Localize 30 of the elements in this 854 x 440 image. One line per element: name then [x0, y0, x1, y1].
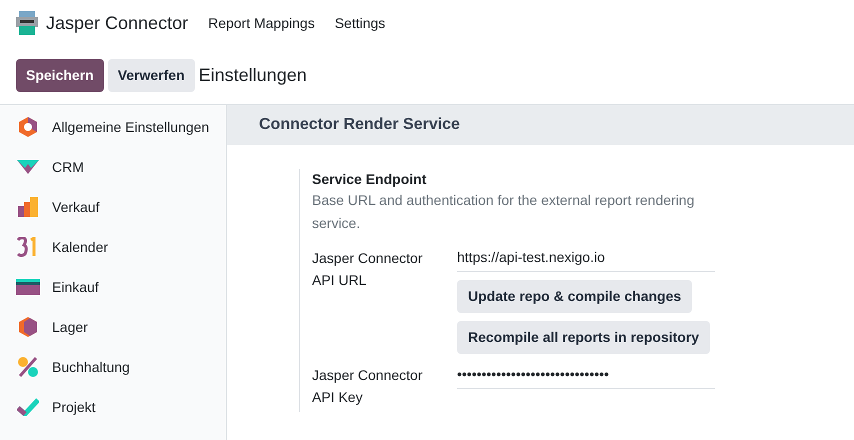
sidebar-item[interactable]: Kalender — [0, 227, 226, 267]
field-label: Jasper Connector API Key — [312, 366, 424, 407]
save-button[interactable]: Speichern — [16, 58, 104, 92]
setting-description: Base URL and authentication for the external report rendering service. — [312, 191, 696, 233]
checkmark-icon — [17, 398, 39, 416]
menu-item[interactable]: Settings — [334, 12, 386, 34]
sidebar-item[interactable]: Verkauf — [0, 187, 226, 227]
url-field[interactable]: https://api-test.nexigo.io — [457, 247, 715, 272]
box-icon — [19, 317, 37, 337]
sidebar-item[interactable]: Buchhaltung — [0, 347, 226, 387]
hexagon-icon — [19, 117, 37, 137]
sidebar-item[interactable]: Lager — [0, 307, 226, 347]
bar-chart-icon — [18, 197, 38, 217]
sidebar-item[interactable]: Projekt — [0, 387, 226, 427]
action-button[interactable]: Recompile all reports in repository — [457, 321, 710, 354]
breadcrumb: Einstellungen — [198, 64, 307, 87]
card-icon — [16, 279, 40, 295]
api-key-field[interactable]: ••••••••••••••••••••••••••••••• — [457, 364, 715, 389]
section-header: Connector Render Service — [227, 105, 854, 145]
percent-icon — [18, 357, 38, 377]
field-label: Jasper Connector API URL — [312, 249, 424, 290]
action-button[interactable]: Update repo & compile changes — [457, 280, 692, 313]
sidebar-item[interactable]: Einkauf — [0, 267, 226, 307]
menu-item[interactable]: Report Mappings — [208, 12, 315, 34]
printer-logo-icon — [16, 11, 38, 35]
discard-button[interactable]: Verwerfen — [108, 58, 195, 92]
setting-title: Service Endpoint — [312, 170, 428, 189]
sidebar-item[interactable]: Allgemeine Einstellungen — [0, 107, 226, 147]
sidebar-item[interactable]: CRM — [0, 147, 226, 187]
app-name[interactable]: Jasper Connector — [46, 10, 188, 36]
